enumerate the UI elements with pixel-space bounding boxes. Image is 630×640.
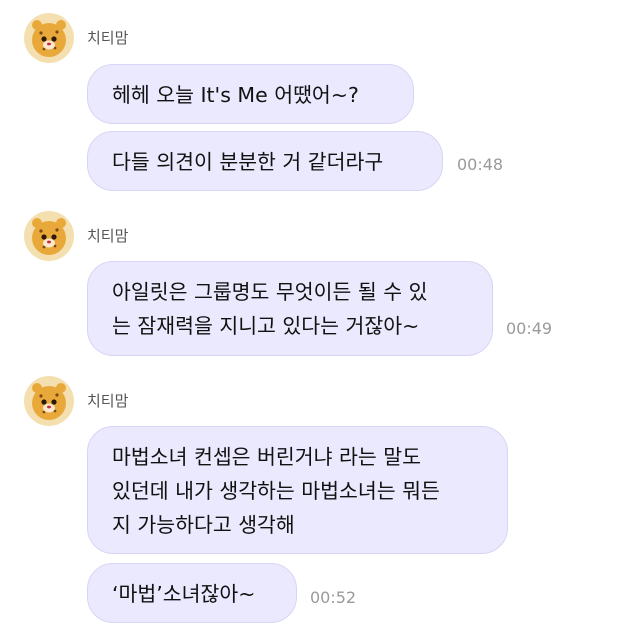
message-text-line: 있던데 내가 생각하는 마법소녀는 뭐든 [112, 479, 440, 503]
message-text: 다들 의견이 분분한 거 같더라구 [112, 150, 384, 174]
message-bubble[interactable]: 다들 의견이 분분한 거 같더라구 [87, 131, 443, 191]
sender-name: 치티맘 [87, 392, 129, 410]
sender-name: 치티맘 [87, 29, 129, 47]
message-bubble[interactable]: ‘마법’소녀잖아~ [87, 563, 297, 623]
cheetah-avatar-icon[interactable] [24, 376, 74, 426]
message-text: ‘마법’소녀잖아~ [112, 582, 256, 606]
message-text-line: 지 가능하다고 생각해 [112, 513, 295, 537]
message-text-line: 는 잠재력을 지니고 있다는 거잖아~ [112, 314, 420, 338]
message-timestamp: 00:52 [310, 588, 357, 607]
sender-name: 치티맘 [87, 227, 129, 245]
message-text-line: 아일릿은 그룹명도 무엇이든 될 수 있 [112, 280, 428, 304]
message-bubble[interactable]: 헤헤 오늘 It's Me 어땠어~? [87, 64, 414, 124]
message-timestamp: 00:49 [506, 319, 553, 338]
message-timestamp: 00:48 [457, 155, 504, 174]
message-bubble[interactable]: 아일릿은 그룹명도 무엇이든 될 수 있 는 잠재력을 지니고 있다는 거잖아~ [87, 261, 493, 356]
cheetah-avatar-icon[interactable] [24, 211, 74, 261]
message-text: 헤헤 오늘 It's Me 어땠어~? [112, 83, 359, 107]
message-text-line: 마법소녀 컨셉은 버린거냐 라는 말도 [112, 445, 421, 469]
message-bubble[interactable]: 마법소녀 컨셉은 버린거냐 라는 말도 있던데 내가 생각하는 마법소녀는 뭐든… [87, 426, 508, 554]
cheetah-avatar-icon[interactable] [24, 13, 74, 63]
